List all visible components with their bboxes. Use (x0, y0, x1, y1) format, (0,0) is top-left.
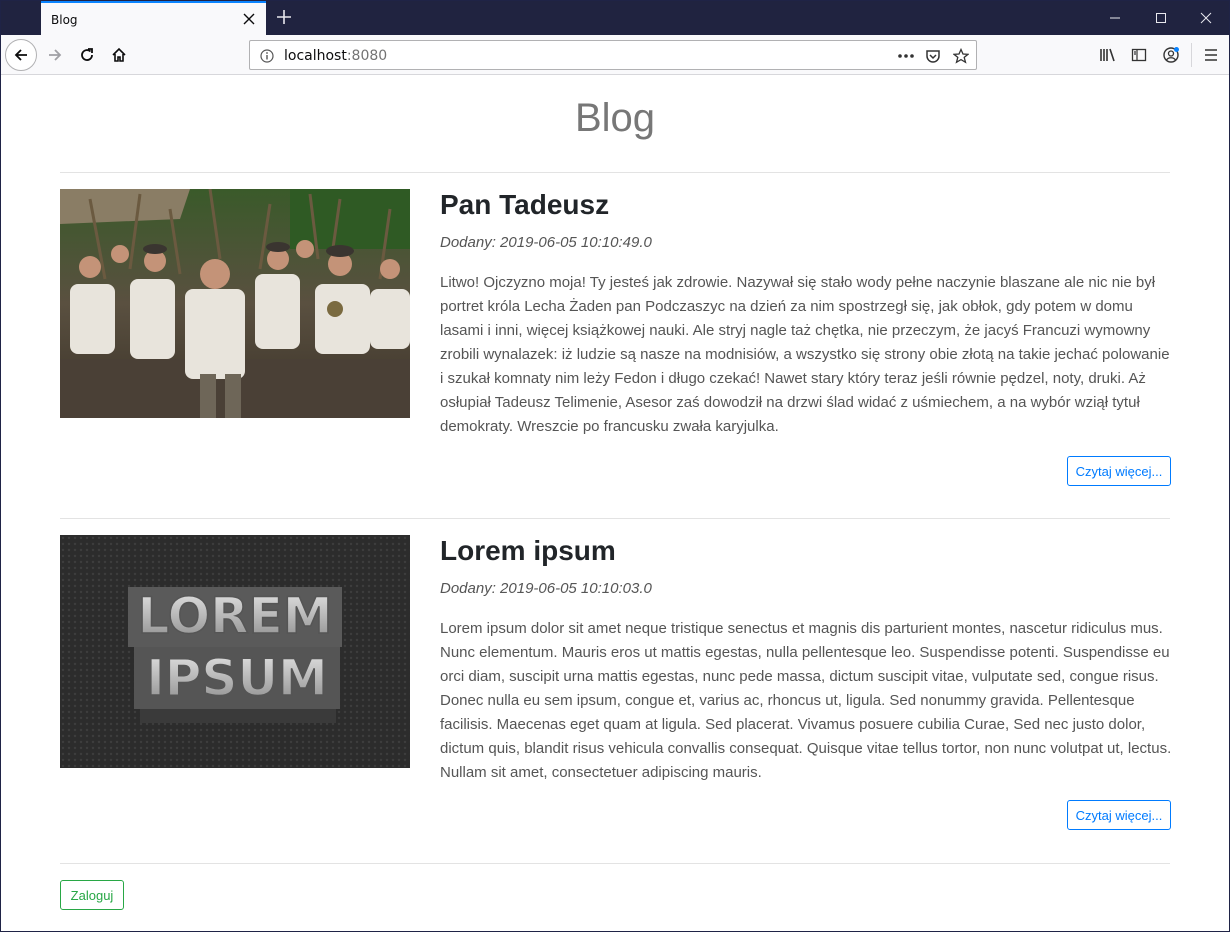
url-port: :8080 (346, 48, 388, 64)
hamburger-menu-icon (1205, 49, 1217, 61)
page-title: Blog (574, 96, 656, 140)
post-title: Pan Tadeusz (440, 189, 610, 220)
new-tab-icon[interactable] (273, 6, 295, 28)
forward-button[interactable] (39, 39, 71, 71)
navigation-toolbar: localhost:8080 (1, 35, 1229, 75)
tab-title: Blog (51, 13, 78, 27)
page-actions-icon[interactable] (895, 45, 917, 67)
url-host: localhost (284, 48, 347, 64)
library-icon (1100, 48, 1115, 62)
battle-scene-photo (60, 189, 410, 418)
home-button[interactable] (103, 39, 135, 71)
url-bar[interactable]: localhost:8080 (249, 40, 977, 70)
read-more-button[interactable]: Czytaj więcej... (1067, 800, 1171, 830)
post-image[interactable] (60, 189, 410, 418)
forward-arrow-icon (49, 49, 62, 61)
lorem-ipsum-photo: LOREM IPSUM (60, 535, 410, 768)
post-image[interactable]: LOREM IPSUM (60, 535, 410, 768)
reload-button[interactable] (71, 39, 103, 71)
home-icon (112, 47, 126, 62)
sidebar-icon (1131, 48, 1147, 62)
image-text-ipsum: IPSUM (146, 649, 328, 707)
divider (60, 518, 1170, 519)
post-excerpt: Lorem ipsum dolor sit amet neque tristiq… (440, 620, 1172, 781)
account-icon (1163, 47, 1179, 63)
close-window-icon[interactable] (1183, 1, 1229, 35)
page-content: Blog Pan Tadeusz Dodany: 2019-06-05 10:1… (1, 76, 1229, 931)
toolbar-divider (1191, 43, 1192, 67)
library-button[interactable] (1092, 39, 1124, 71)
tab-blog[interactable]: Blog (41, 1, 266, 35)
url-text: localhost:8080 (284, 48, 387, 64)
bookmark-star-icon[interactable] (950, 45, 972, 67)
browser-window: Blog localhost:8080 Blog Pan Tadeusz Dod… (0, 0, 1230, 932)
post-date: Dodany: 2019-06-05 10:10:03.0 (440, 580, 652, 597)
post-title: Lorem ipsum (440, 535, 616, 566)
minimize-icon[interactable] (1092, 1, 1138, 35)
maximize-icon[interactable] (1138, 1, 1184, 35)
account-button[interactable] (1155, 39, 1187, 71)
tab-strip: Blog (1, 1, 1229, 35)
read-more-button[interactable]: Czytaj więcej... (1067, 456, 1171, 486)
image-text-lorem: LOREM (138, 587, 333, 645)
reload-icon (81, 48, 93, 61)
tab-close-icon[interactable] (240, 10, 258, 28)
pocket-icon[interactable] (922, 45, 944, 67)
back-arrow-icon (14, 49, 27, 61)
divider (60, 863, 1170, 864)
back-button[interactable] (5, 39, 37, 71)
info-icon[interactable] (256, 45, 278, 67)
menu-button[interactable] (1195, 39, 1227, 71)
divider (60, 172, 1170, 173)
login-button[interactable]: Zaloguj (60, 880, 124, 910)
sidebar-button[interactable] (1123, 39, 1155, 71)
post-excerpt: Litwo! Ojczyzno moja! Ty jesteś jak zdro… (440, 274, 1170, 435)
post-date: Dodany: 2019-06-05 10:10:49.0 (440, 234, 652, 251)
